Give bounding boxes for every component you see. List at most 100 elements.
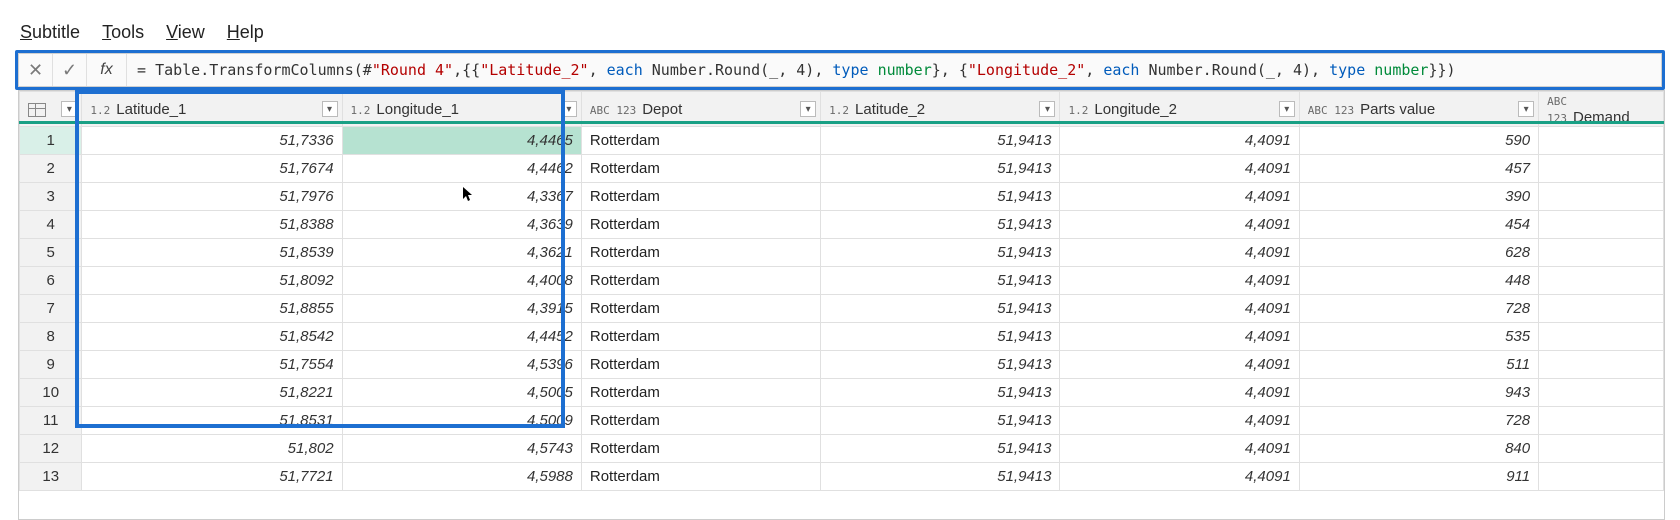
cell-parts-value[interactable]: 943 (1299, 379, 1538, 407)
cell-demand[interactable] (1539, 323, 1664, 351)
cell-longitude-2[interactable]: 4,4091 (1060, 463, 1299, 491)
cell-demand[interactable] (1539, 463, 1664, 491)
cell-latitude-1[interactable]: 51,7721 (82, 463, 342, 491)
formula-cancel-button[interactable]: ✕ (19, 54, 53, 86)
chevron-down-icon[interactable]: ▾ (61, 101, 77, 117)
cell-parts-value[interactable]: 840 (1299, 435, 1538, 463)
cell-parts-value[interactable]: 457 (1299, 155, 1538, 183)
chevron-down-icon[interactable]: ▾ (1518, 101, 1534, 117)
cell-depot[interactable]: Rotterdam (581, 435, 820, 463)
cell-demand[interactable] (1539, 155, 1664, 183)
table-row[interactable]: 1151,85314,5009Rotterdam51,94134,4091728 (20, 407, 1664, 435)
cell-longitude-1[interactable]: 4,3367 (342, 183, 581, 211)
cell-depot[interactable]: Rotterdam (581, 127, 820, 155)
cell-parts-value[interactable]: 454 (1299, 211, 1538, 239)
cell-latitude-2[interactable]: 51,9413 (821, 155, 1060, 183)
cell-parts-value[interactable]: 628 (1299, 239, 1538, 267)
cell-longitude-1[interactable]: 4,4465 (342, 127, 581, 155)
cell-longitude-1[interactable]: 4,5396 (342, 351, 581, 379)
cell-latitude-1[interactable]: 51,8531 (82, 407, 342, 435)
cell-latitude-2[interactable]: 51,9413 (821, 407, 1060, 435)
cell-latitude-1[interactable]: 51,8388 (82, 211, 342, 239)
cell-depot[interactable]: Rotterdam (581, 267, 820, 295)
cell-latitude-2[interactable]: 51,9413 (821, 295, 1060, 323)
menu-subtitle[interactable]: Subtitle (20, 22, 80, 48)
cell-parts-value[interactable]: 535 (1299, 323, 1538, 351)
row-header[interactable]: 12 (20, 435, 82, 463)
chevron-down-icon[interactable]: ▾ (800, 101, 816, 117)
table-row[interactable]: 1351,77214,5988Rotterdam51,94134,4091911 (20, 463, 1664, 491)
menu-tools[interactable]: Tools (102, 22, 144, 48)
cell-latitude-2[interactable]: 51,9413 (821, 463, 1060, 491)
formula-input[interactable]: = Table.TransformColumns(#"Round 4",{{"L… (127, 61, 1661, 79)
table-row[interactable]: 851,85424,4452Rotterdam51,94134,4091535 (20, 323, 1664, 351)
menu-help[interactable]: Help (227, 22, 264, 48)
cell-demand[interactable] (1539, 351, 1664, 379)
table-row[interactable]: 1251,8024,5743Rotterdam51,94134,4091840 (20, 435, 1664, 463)
cell-longitude-1[interactable]: 4,5005 (342, 379, 581, 407)
cell-depot[interactable]: Rotterdam (581, 407, 820, 435)
cell-demand[interactable] (1539, 183, 1664, 211)
cell-longitude-2[interactable]: 4,4091 (1060, 323, 1299, 351)
row-header[interactable]: 11 (20, 407, 82, 435)
row-header[interactable]: 1 (20, 127, 82, 155)
cell-longitude-2[interactable]: 4,4091 (1060, 379, 1299, 407)
cell-latitude-2[interactable]: 51,9413 (821, 211, 1060, 239)
cell-parts-value[interactable]: 728 (1299, 295, 1538, 323)
cell-latitude-2[interactable]: 51,9413 (821, 379, 1060, 407)
row-header[interactable]: 10 (20, 379, 82, 407)
cell-longitude-2[interactable]: 4,4091 (1060, 267, 1299, 295)
cell-longitude-2[interactable]: 4,4091 (1060, 155, 1299, 183)
cell-demand[interactable] (1539, 435, 1664, 463)
cell-longitude-2[interactable]: 4,4091 (1060, 435, 1299, 463)
cell-longitude-1[interactable]: 4,4462 (342, 155, 581, 183)
table-row[interactable]: 1051,82214,5005Rotterdam51,94134,4091943 (20, 379, 1664, 407)
cell-latitude-1[interactable]: 51,8855 (82, 295, 342, 323)
cell-longitude-1[interactable]: 4,3639 (342, 211, 581, 239)
cell-demand[interactable] (1539, 211, 1664, 239)
cell-demand[interactable] (1539, 239, 1664, 267)
cell-longitude-2[interactable]: 4,4091 (1060, 239, 1299, 267)
cell-demand[interactable] (1539, 295, 1664, 323)
cell-depot[interactable]: Rotterdam (581, 295, 820, 323)
cell-longitude-2[interactable]: 4,4091 (1060, 211, 1299, 239)
cell-latitude-1[interactable]: 51,7674 (82, 155, 342, 183)
row-header[interactable]: 5 (20, 239, 82, 267)
cell-parts-value[interactable]: 390 (1299, 183, 1538, 211)
cell-parts-value[interactable]: 448 (1299, 267, 1538, 295)
cell-longitude-1[interactable]: 4,4008 (342, 267, 581, 295)
row-header[interactable]: 13 (20, 463, 82, 491)
row-header[interactable]: 2 (20, 155, 82, 183)
cell-depot[interactable]: Rotterdam (581, 211, 820, 239)
cell-latitude-2[interactable]: 51,9413 (821, 183, 1060, 211)
cell-latitude-1[interactable]: 51,7554 (82, 351, 342, 379)
cell-longitude-1[interactable]: 4,5988 (342, 463, 581, 491)
cell-depot[interactable]: Rotterdam (581, 155, 820, 183)
cell-latitude-1[interactable]: 51,802 (82, 435, 342, 463)
cell-parts-value[interactable]: 511 (1299, 351, 1538, 379)
cell-latitude-2[interactable]: 51,9413 (821, 435, 1060, 463)
cell-longitude-1[interactable]: 4,4452 (342, 323, 581, 351)
cell-longitude-2[interactable]: 4,4091 (1060, 183, 1299, 211)
cell-longitude-1[interactable]: 4,5009 (342, 407, 581, 435)
cell-latitude-1[interactable]: 51,7336 (82, 127, 342, 155)
row-header[interactable]: 3 (20, 183, 82, 211)
row-header[interactable]: 8 (20, 323, 82, 351)
menu-view[interactable]: View (166, 22, 205, 48)
table-row[interactable]: 551,85394,3621Rotterdam51,94134,4091628 (20, 239, 1664, 267)
cell-parts-value[interactable]: 590 (1299, 127, 1538, 155)
cell-latitude-2[interactable]: 51,9413 (821, 127, 1060, 155)
cell-depot[interactable]: Rotterdam (581, 323, 820, 351)
cell-longitude-2[interactable]: 4,4091 (1060, 407, 1299, 435)
cell-latitude-1[interactable]: 51,8539 (82, 239, 342, 267)
table-row[interactable]: 451,83884,3639Rotterdam51,94134,4091454 (20, 211, 1664, 239)
cell-demand[interactable] (1539, 267, 1664, 295)
cell-latitude-1[interactable]: 51,7976 (82, 183, 342, 211)
cell-longitude-1[interactable]: 4,3621 (342, 239, 581, 267)
cell-demand[interactable] (1539, 379, 1664, 407)
table-row[interactable]: 151,73364,4465Rotterdam51,94134,4091590 (20, 127, 1664, 155)
table-row[interactable]: 751,88554,3915Rotterdam51,94134,4091728 (20, 295, 1664, 323)
cell-depot[interactable]: Rotterdam (581, 183, 820, 211)
row-header[interactable]: 7 (20, 295, 82, 323)
cell-demand[interactable] (1539, 127, 1664, 155)
